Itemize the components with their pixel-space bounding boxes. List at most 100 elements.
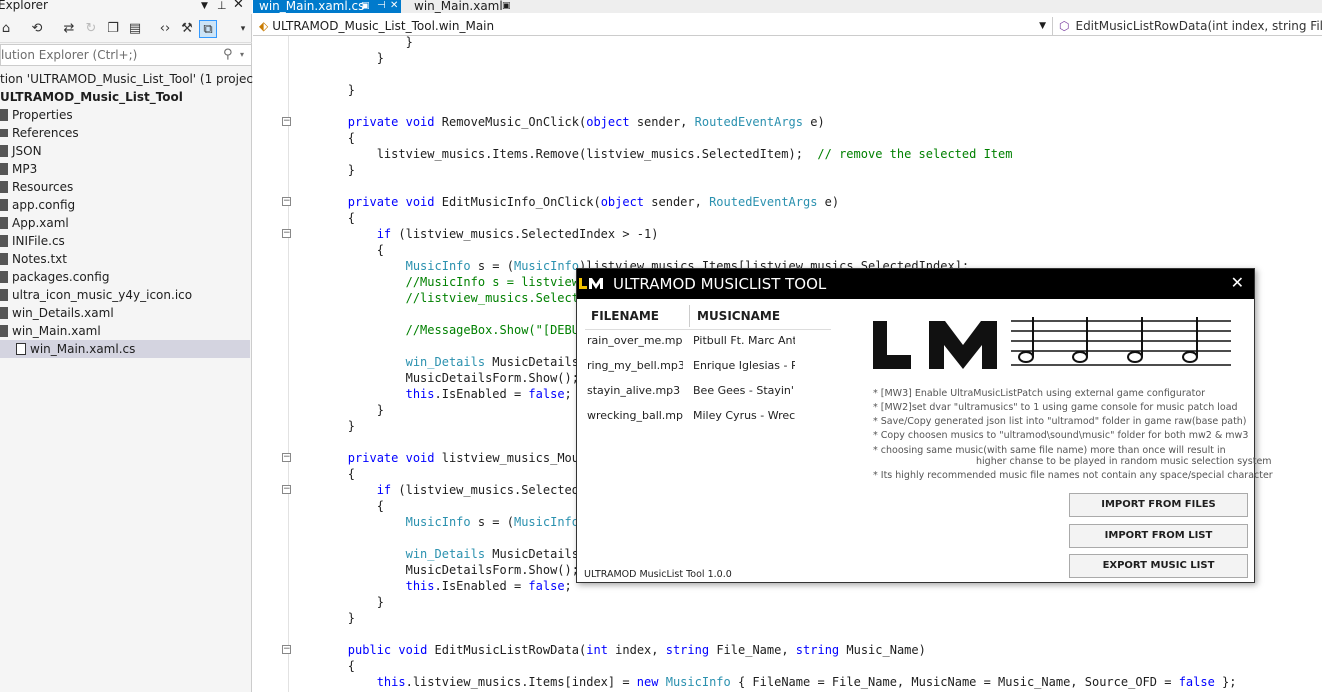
pin-icon[interactable]: ⊣ [377, 0, 386, 12]
tree-item-label: win_Main.xaml [12, 324, 101, 338]
history-icon[interactable]: ⟲ [28, 20, 46, 38]
search-icon[interactable]: ⚲ [223, 45, 233, 65]
list-item-filename: wrecking_ball.mp3 [587, 409, 683, 422]
editor-navigation-bar: ⬖ ULTRAMOD_Music_List_Tool.win_Main ▼ ⬡ Ed… [253, 17, 1322, 36]
tab-label: win_Main.xaml.cs [259, 0, 365, 13]
tree-item-packages-config[interactable]: packages.config [0, 268, 109, 286]
code-line: { [290, 467, 356, 481]
note-line: * [MW2]set dvar "ultramusics" to 1 using… [873, 402, 1238, 413]
code-line: //MusicInfo s = listview [405, 275, 579, 289]
tree-item-notes-txt[interactable]: Notes.txt [0, 250, 67, 268]
cs-file-icon [16, 343, 26, 355]
note-line: * [MW3] Enable UltraMusicListPatch using… [873, 388, 1206, 399]
close-icon[interactable]: ✕ [233, 0, 244, 11]
window-title-bar[interactable]: ULTRAMOD MUSICLIST TOOL ✕ [577, 269, 1254, 299]
import-from-files-button[interactable]: IMPORT FROM FILES [1069, 493, 1248, 517]
code-line: } [290, 163, 356, 177]
code-line: { [290, 659, 356, 673]
tree-item-app-xaml[interactable]: App.xaml [0, 214, 69, 232]
tree-item-icon-file[interactable]: ultra_icon_music_y4y_icon.ico [0, 286, 192, 304]
tree-item-app-config[interactable]: app.config [0, 196, 75, 214]
dropdown-arrow-icon[interactable]: ▼ [201, 0, 208, 13]
tree-item-label: win_Main.xaml.cs [30, 342, 136, 356]
music-listview[interactable]: FILENAME MUSICNAME rain_over_me.mp3 Pitb… [585, 303, 831, 563]
code-line: this.IsEnabled = false; [405, 387, 572, 401]
sync-icon[interactable]: ⇄ [60, 20, 78, 38]
code-line: } [290, 51, 384, 65]
more-options-icon[interactable]: ▾ [234, 20, 252, 38]
code-line: private void EditMusicInfo_OnClick(objec… [347, 195, 840, 209]
code-line: this.IsEnabled = false; [405, 579, 572, 593]
code-line: { [290, 131, 356, 145]
xaml-file-icon [0, 325, 8, 337]
tab-win-main-xaml[interactable]: win_Main.xaml ▣ [408, 0, 528, 13]
folder-icon [0, 181, 8, 193]
column-divider[interactable] [689, 305, 690, 327]
solution-node[interactable]: tion 'ULTRAMOD_Music_List_Tool' (1 proje… [0, 70, 262, 88]
column-header-musicname[interactable]: MUSICNAME [697, 303, 831, 329]
tab-label: win_Main.xaml [414, 0, 503, 13]
list-item[interactable]: ring_my_bell.mp3 Enrique Iglesias - R [585, 354, 831, 378]
tree-item-mp3[interactable]: MP3 [0, 160, 37, 178]
class-dropdown-value: ULTRAMOD_Music_List_Tool.win_Main [272, 19, 495, 33]
code-line: } [290, 36, 413, 49]
list-item[interactable]: stayin_alive.mp3 Bee Gees - Stayin' / [585, 379, 831, 403]
tree-item-label: win_Details.xaml [12, 306, 114, 320]
list-item[interactable]: wrecking_ball.mp3 Miley Cyrus - Wrec [585, 404, 831, 428]
code-line: private void RemoveMusic_OnClick(object … [347, 115, 825, 129]
preview-selected-icon[interactable]: ⧉ [199, 20, 217, 38]
tree-item-label: References [12, 126, 79, 140]
member-dropdown[interactable]: ⬡ EditMusicListRowData(int index, string … [1053, 17, 1322, 36]
note-line: * Save/Copy generated json list into "ul… [873, 416, 1247, 427]
tree-item-win-main-xaml[interactable]: win_Main.xaml [0, 322, 101, 340]
lm-logo-icon [579, 278, 603, 289]
tree-item-references[interactable]: References [0, 124, 79, 142]
folder-icon [0, 145, 8, 157]
search-options-icon[interactable]: ▾ [240, 45, 244, 65]
export-music-list-button[interactable]: EXPORT MUSIC LIST [1069, 554, 1248, 578]
tree-item-resources[interactable]: Resources [0, 178, 73, 196]
member-dropdown-value: EditMusicListRowData(int index, string F… [1075, 19, 1322, 33]
project-node[interactable]: ULTRAMOD_Music_List_Tool [0, 88, 183, 106]
solution-explorer-panel: Explorer ▼ ⊥ ✕ ⌂ ⟲ ⇄ ↻ ❐ ▤ ‹› ⚒ ⧉ ▾ luti… [0, 0, 262, 692]
wrench-icon [0, 109, 8, 121]
tree-item-win-details-xaml[interactable]: win_Details.xaml [0, 304, 114, 322]
search-input[interactable]: lution Explorer (Ctrl+;) ⚲ ▾ [0, 44, 252, 66]
editor-tab-strip: win_Main.xaml.cs ▣ ⊣ ✕ win_Main.xaml ▣ [253, 0, 1322, 13]
tree-item-label: MP3 [12, 162, 38, 176]
column-header-filename[interactable]: FILENAME [591, 303, 695, 329]
tree-item-inifile-cs[interactable]: INIFile.cs [0, 232, 65, 250]
list-item[interactable]: rain_over_me.mp3 Pitbull Ft. Marc Ant [585, 329, 831, 353]
code-line: MusicInfo s = (MusicInfo [405, 515, 580, 529]
properties-wrench-icon[interactable]: ⚒ [178, 20, 196, 38]
class-dropdown[interactable]: ⬖ ULTRAMOD_Music_List_Tool.win_Main ▼ [253, 17, 1053, 36]
tree-item-label: Notes.txt [12, 252, 67, 266]
refresh-icon[interactable]: ↻ [82, 20, 100, 38]
lock-icon: ▣ [361, 1, 370, 11]
collapse-all-icon[interactable]: ❐ [104, 20, 122, 38]
view-code-icon[interactable]: ‹› [156, 20, 174, 38]
editor-gutter: − − − − − − [253, 36, 291, 692]
tab-win-main-xaml-cs[interactable]: win_Main.xaml.cs ▣ ⊣ ✕ [253, 0, 401, 13]
import-from-list-button[interactable]: IMPORT FROM LIST [1069, 524, 1248, 548]
tree-item-properties[interactable]: Properties [0, 106, 73, 124]
code-line: private void listview_musics_Mous [347, 451, 587, 465]
config-file-icon [0, 271, 8, 283]
close-tab-icon[interactable]: ✕ [390, 0, 398, 12]
folder-icon [0, 163, 8, 175]
home-icon[interactable]: ⌂ [0, 20, 15, 38]
close-button[interactable]: ✕ [1231, 274, 1244, 292]
code-line: { [290, 211, 356, 225]
code-line: //listview_musics.Select [405, 291, 579, 305]
method-icon: ⬡ [1059, 19, 1070, 33]
ultramod-logo [873, 317, 1231, 369]
tree-item-win-main-xaml-cs[interactable]: win_Main.xaml.cs [0, 340, 250, 358]
list-item-musicname: Miley Cyrus - Wrec [693, 409, 795, 422]
tree-item-json[interactable]: JSON [0, 142, 42, 160]
pin-icon[interactable]: ⊥ [217, 0, 227, 12]
version-label: ULTRAMOD MusicList Tool 1.0.0 [584, 569, 732, 580]
musiclist-tool-window: ULTRAMOD MUSICLIST TOOL ✕ FILENAME MUSIC… [576, 268, 1273, 583]
list-item-musicname: Bee Gees - Stayin' / [693, 384, 795, 397]
list-item-filename: stayin_alive.mp3 [587, 384, 681, 397]
show-all-files-icon[interactable]: ▤ [126, 20, 144, 38]
